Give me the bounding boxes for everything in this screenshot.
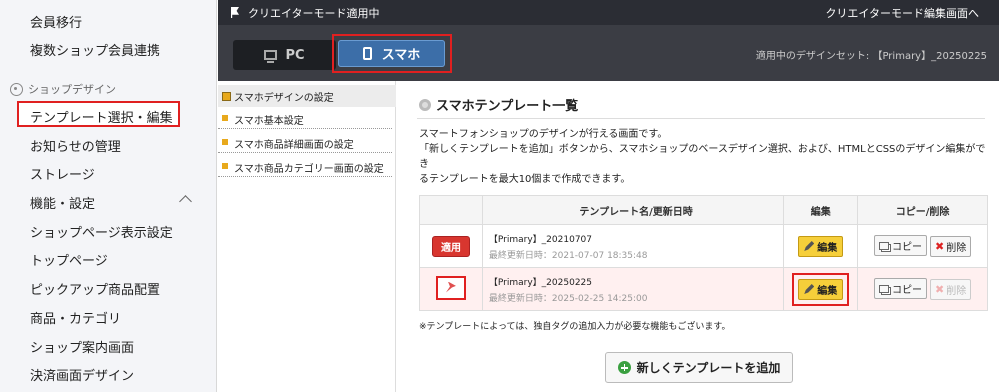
main-panel: スマホテンプレート一覧 スマートフォンショップのデザインが行える画面です。 「新…: [397, 81, 999, 392]
description-line: スマートフォンショップのデザインが行える画面です。: [419, 129, 668, 140]
status-cell: 適用: [419, 224, 483, 268]
sidebar-item-payment[interactable]: 決済画面デザイン: [30, 365, 134, 384]
description-line: 「新しくテンプレートを追加」ボタンから、スマホショップのベースデザイン選択、およ…: [419, 144, 986, 170]
page-title: スマホテンプレート一覧: [419, 95, 578, 114]
sidebar-item-pickup[interactable]: ピックアップ商品配置: [30, 279, 160, 298]
smartphone-icon: [362, 47, 372, 60]
template-updated: 最終更新日時：2021-07-07 18:35:48: [488, 250, 648, 261]
pencil-icon: [804, 284, 815, 294]
apply-pin-icon[interactable]: [435, 275, 466, 300]
close-icon: ✖: [934, 239, 945, 253]
page-title-text: スマホテンプレート一覧: [436, 99, 579, 114]
divider: [417, 118, 985, 119]
template-cell: 【Primary】_20210707 最終更新日時：2021-07-07 18:…: [481, 224, 785, 268]
copy-button-label: コピー: [891, 285, 922, 297]
template-name: 【Primary】_20250225: [488, 277, 592, 288]
edit-button-label: 編集: [817, 285, 838, 297]
square-icon: [222, 92, 231, 101]
delete-button-label: 削除: [946, 242, 967, 254]
add-template-button[interactable]: 新しくテンプレートを追加: [605, 352, 793, 383]
sidebar-item-shop-guide[interactable]: ショップ案内画面: [30, 337, 134, 356]
sidebar-item-products[interactable]: 商品・カテゴリ: [30, 308, 121, 327]
table-row: 適用 【Primary】_20210707 最終更新日時：2021-07-07 …: [419, 224, 988, 268]
template-name: 【Primary】_20210707: [488, 234, 592, 245]
sidebar-item-member-migration[interactable]: 会員移行: [30, 12, 82, 31]
submenu-item-product-category[interactable]: スマホ商品カテゴリー画面の設定: [218, 155, 392, 177]
chevron-up-icon[interactable]: [179, 195, 192, 208]
table-header-name: テンプレート名/更新日時: [481, 195, 785, 225]
sidebar-section-shop-design[interactable]: ショップデザイン: [10, 81, 116, 97]
applied-badge: 適用: [431, 235, 470, 257]
sidebar: 会員移行 複数ショップ会員連携 ショップデザイン テンプレート選択・編集 お知ら…: [0, 0, 217, 392]
status-cell: [419, 267, 483, 311]
description-line: るテンプレートを最大10個まで作成できます。: [419, 174, 631, 185]
copy-delete-cell: コピー ✖ 削除: [857, 267, 988, 311]
plus-icon: [617, 361, 631, 374]
monitor-icon: [264, 50, 278, 63]
device-bar: PC スマホ 適用中のデザインセット: 【Primary】_20250225: [218, 25, 999, 81]
table-row: 【Primary】_20250225 最終更新日時：2025-02-25 14:…: [419, 267, 988, 311]
pc-tab-label: PC: [285, 47, 305, 63]
sidebar-item-top-page[interactable]: トップページ: [30, 250, 108, 269]
square-bullet-icon: [222, 139, 228, 145]
delete-button[interactable]: ✖ 削除: [929, 235, 972, 257]
sidebar-item-template-select[interactable]: テンプレート選択・編集: [17, 101, 180, 127]
top-bar: クリエイターモード適用中 クリエイターモード編集画面へ: [218, 0, 999, 25]
edit-cell: 編集: [783, 267, 859, 311]
smartphone-tab[interactable]: スマホ: [338, 40, 445, 67]
template-cell: 【Primary】_20250225 最終更新日時：2025-02-25 14:…: [481, 267, 785, 311]
template-table: テンプレート名/更新日時 編集 コピー/削除 適用 【Primary】_2021…: [419, 195, 988, 311]
pc-tab[interactable]: PC: [233, 40, 336, 70]
square-bullet-icon: [222, 163, 228, 169]
description: スマートフォンショップのデザインが行える画面です。 「新しくテンプレートを追加」…: [419, 127, 989, 187]
submenu: スマホデザインの設定 スマホ基本設定 スマホ商品詳細画面の設定 スマホ商品カテゴ…: [218, 81, 396, 392]
edit-cell: 編集: [783, 224, 859, 268]
pencil-icon: [804, 241, 815, 251]
submenu-header-label: スマホデザインの設定: [234, 93, 334, 104]
table-header-row: テンプレート名/更新日時 編集 コピー/削除: [419, 195, 988, 225]
copy-delete-cell: コピー ✖ 削除: [857, 224, 988, 268]
circle-icon: [419, 98, 431, 111]
sidebar-item-news[interactable]: お知らせの管理: [30, 136, 121, 155]
edit-button-label: 編集: [817, 242, 838, 254]
copy-button-label: コピー: [891, 242, 922, 254]
submenu-item-basic[interactable]: スマホ基本設定: [218, 107, 392, 129]
submenu-item-label: スマホ商品カテゴリー画面の設定: [234, 164, 384, 175]
active-design-set: 適用中のデザインセット: 【Primary】_20250225: [755, 51, 987, 62]
edit-button[interactable]: 編集: [798, 278, 844, 300]
delete-button: ✖ 削除: [929, 278, 972, 300]
submenu-item-label: スマホ商品詳細画面の設定: [234, 140, 354, 151]
delete-button-label: 削除: [946, 285, 967, 297]
table-header-copy-delete: コピー/削除: [857, 195, 988, 225]
sidebar-item-features[interactable]: 機能・設定: [30, 193, 95, 212]
copy-icon: [878, 241, 889, 250]
creator-mode-label: クリエイターモード適用中: [248, 7, 380, 20]
close-icon: ✖: [934, 282, 945, 296]
sidebar-item-display-settings[interactable]: ショップページ表示設定: [30, 222, 173, 241]
footnote: ※テンプレートによっては、独自タグの追加入力が必要な機能もございます。: [419, 322, 731, 332]
copy-button[interactable]: コピー: [873, 278, 927, 300]
sidebar-item-storage[interactable]: ストレージ: [30, 164, 95, 183]
table-header-edit: 編集: [783, 195, 859, 225]
smartphone-tab-label: スマホ: [381, 48, 421, 63]
highlight-outline: 編集: [792, 272, 850, 306]
creator-mode-edit-link[interactable]: クリエイターモード編集画面へ: [825, 5, 979, 21]
copy-button[interactable]: コピー: [873, 235, 927, 257]
submenu-item-label: スマホ基本設定: [234, 116, 304, 127]
template-updated: 最終更新日時：2025-02-25 14:25:00: [488, 293, 648, 304]
edit-button[interactable]: 編集: [798, 235, 844, 257]
sidebar-item-multi-shop[interactable]: 複数ショップ会員連携: [30, 40, 160, 59]
sidebar-section-label: ショップデザイン: [28, 83, 116, 96]
square-bullet-icon: [222, 115, 228, 121]
add-template-label: 新しくテンプレートを追加: [636, 361, 781, 375]
copy-icon: [878, 284, 889, 293]
flag-icon: [231, 7, 239, 18]
table-header-status: [419, 195, 483, 225]
submenu-item-product-detail[interactable]: スマホ商品詳細画面の設定: [218, 131, 392, 153]
sidebar-item-label: テンプレート選択・編集: [30, 111, 173, 126]
palette-icon: [10, 82, 23, 96]
submenu-header: スマホデザインの設定: [218, 85, 396, 107]
